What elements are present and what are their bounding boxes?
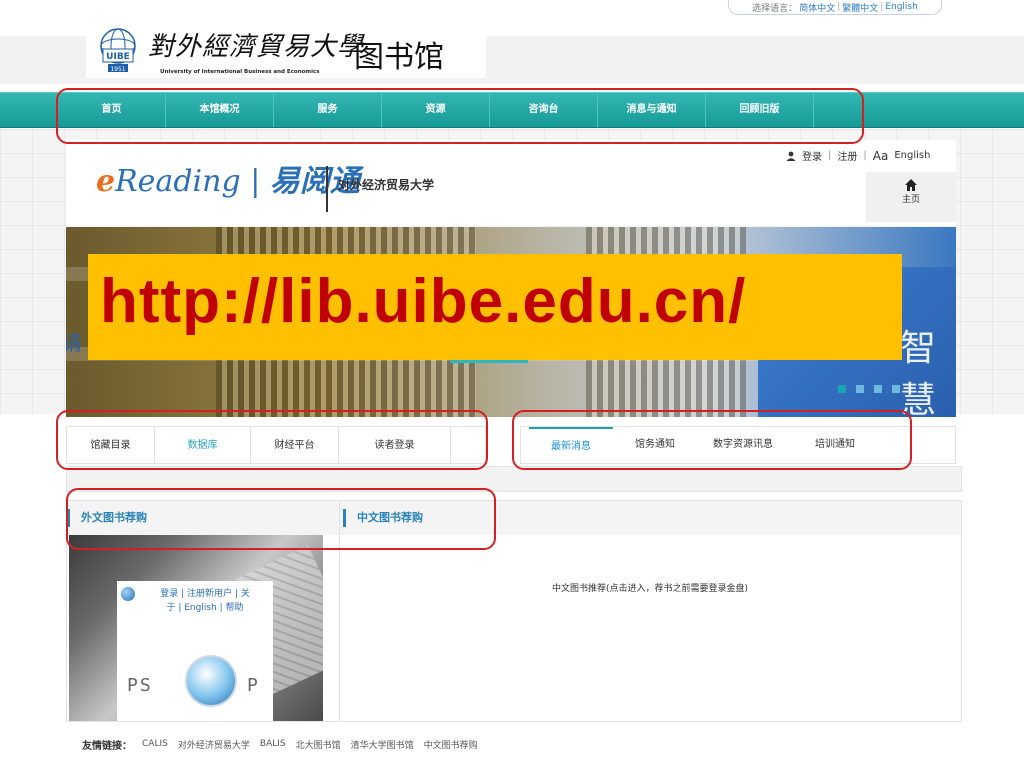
pso-links[interactable]: 登录 | 注册新用户 | 关 于 | English | 帮助: [139, 587, 271, 615]
library-logo[interactable]: UIBE 1951 對外經濟貿易大學 University of Interna…: [86, 22, 486, 78]
tab-databases[interactable]: 数据库: [155, 427, 251, 465]
news-tabs: 最新消息 馆务通知 数字资源讯息 培训通知: [520, 426, 956, 464]
login-link[interactable]: 登录: [802, 148, 822, 163]
pso-links-line1[interactable]: 登录 | 注册新用户 | 关: [139, 587, 271, 601]
emblem-year: 1951: [110, 66, 125, 73]
footer-link-pku[interactable]: 北大图书馆: [296, 738, 341, 751]
url-overlay: http://lib.uibe.edu.cn/: [88, 254, 902, 360]
home-label: 主页: [901, 195, 920, 205]
user-icon: [786, 151, 796, 161]
banner-left-char: 请: [66, 331, 82, 355]
library-url: http://lib.uibe.edu.cn/: [100, 267, 747, 336]
lang-traditional-link[interactable]: 繁體中文: [842, 1, 878, 14]
footer-link-tsinghua[interactable]: 清华大学图书馆: [351, 738, 414, 751]
tab-content-strip: [66, 466, 962, 492]
language-label: 选择语言：: [752, 3, 798, 14]
pso-logo-orb-icon: [185, 655, 237, 707]
nav-item-home[interactable]: 首页: [58, 93, 166, 127]
pso-logo-p: P: [247, 675, 258, 696]
logo-divider: [326, 166, 328, 212]
account-bar: 登录 | 注册 | Aa English: [786, 148, 930, 163]
banner-dot[interactable]: [856, 385, 864, 393]
banner-slogan: 智慧: [900, 328, 937, 417]
ereading-university-name: 对外经济贸易大学: [338, 178, 435, 192]
lang-simplified-link[interactable]: 简体中文: [799, 1, 835, 14]
banner-pager: [838, 385, 900, 393]
university-english-name: University of International Business and…: [160, 69, 320, 75]
pso-links-line2[interactable]: 于 | English | 帮助: [139, 601, 271, 615]
english-link[interactable]: English: [894, 150, 930, 161]
home-button[interactable]: 主页: [866, 172, 956, 222]
footer-link-balis[interactable]: BALIS: [260, 739, 286, 749]
banner-dot[interactable]: [838, 385, 846, 393]
globe-icon: [121, 587, 135, 601]
tab-library-notices[interactable]: 馆务通知: [635, 427, 675, 463]
ereading-header: eReading | 易阅通 对外经济贸易大学 登录 | 注册 | Aa Eng…: [66, 140, 956, 226]
footer-link-uibe[interactable]: 对外经济贸易大学: [178, 738, 250, 751]
search-tabs: 馆藏目录 数据库 财经平台 读者登录: [66, 426, 486, 465]
main-nav: 首页 本馆概况 服务 资源 咨询台 消息与通知 回顾旧版: [0, 92, 1024, 128]
ereading-logo[interactable]: eReading | 易阅通: [96, 156, 360, 200]
tab-finance-platform[interactable]: 财经平台: [251, 427, 339, 465]
book-recommendation-panel: 外文图书荐购 中文图书荐购 登录 | 注册新用户 | 关 于 | English…: [66, 500, 962, 722]
font-size-icon[interactable]: Aa: [873, 149, 889, 163]
nav-item-helpdesk[interactable]: 咨询台: [490, 93, 598, 127]
chinese-books-title[interactable]: 中文图书荐购: [343, 501, 423, 535]
nav-item-news[interactable]: 消息与通知: [598, 93, 706, 127]
nav-item-old-version[interactable]: 回顾旧版: [706, 93, 814, 127]
nav-item-services[interactable]: 服务: [274, 93, 382, 127]
tab-catalog[interactable]: 馆藏目录: [67, 427, 155, 465]
chinese-recommend-link[interactable]: 中文图书推荐(点击进入，荐书之前需要登录金盘): [339, 581, 961, 594]
library-name: 图书馆: [354, 40, 444, 75]
pso-logo-ps: PS: [127, 675, 153, 696]
language-selector: 选择语言： 简体中文 | 繁體中文 | English: [728, 0, 942, 15]
tab-latest-news[interactable]: 最新消息: [529, 427, 613, 463]
nav-item-resources[interactable]: 资源: [382, 93, 490, 127]
friend-links-label: 友情链接：: [82, 740, 132, 752]
friend-links: 友情链接： CALIS 对外经济贸易大学 BALIS 北大图书馆 清华大学图书馆…: [66, 724, 962, 764]
nav-item-about[interactable]: 本馆概况: [166, 93, 274, 127]
home-icon: [905, 179, 917, 191]
university-emblem-icon: UIBE 1951: [100, 28, 136, 73]
footer-link-calis[interactable]: CALIS: [142, 739, 168, 749]
foreign-books-title[interactable]: 外文图书荐购: [67, 501, 147, 535]
footer-link-chinese-recommend[interactable]: 中文图书荐购: [424, 738, 478, 751]
university-calligraphy: 對外經濟貿易大學: [148, 32, 365, 62]
pso-widget: 登录 | 注册新用户 | 关 于 | English | 帮助 PS P: [69, 535, 323, 721]
banner-dot[interactable]: [892, 385, 900, 393]
tab-digital-resources[interactable]: 数字资源讯息: [713, 427, 773, 463]
register-link[interactable]: 注册: [837, 148, 857, 163]
banner-dot[interactable]: [874, 385, 882, 393]
tab-training-notices[interactable]: 培训通知: [815, 427, 855, 463]
lang-english-link[interactable]: English: [885, 2, 918, 12]
tab-reader-login[interactable]: 读者登录: [339, 427, 451, 465]
emblem-text: UIBE: [106, 52, 130, 62]
